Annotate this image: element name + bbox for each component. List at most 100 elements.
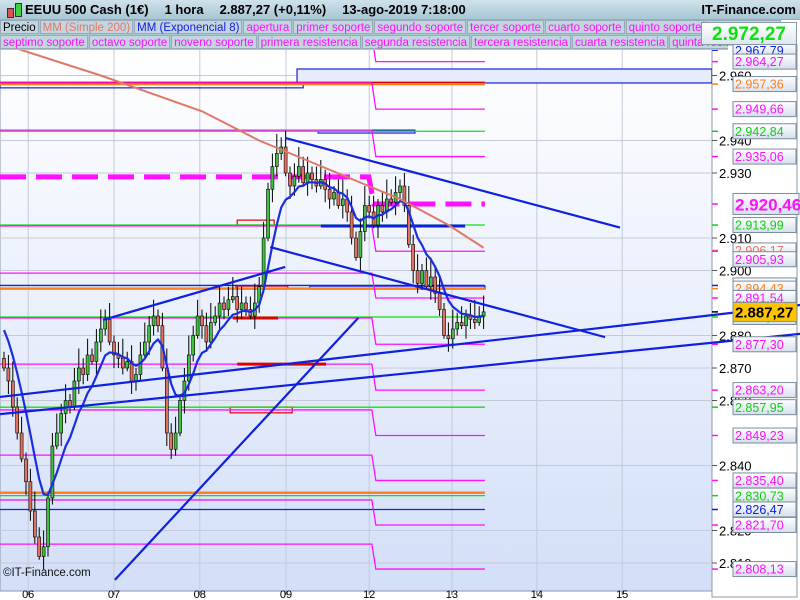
zone-box	[296, 68, 712, 84]
candle-body	[50, 445, 55, 499]
candle-body	[191, 335, 195, 356]
candle-body	[134, 374, 138, 382]
legend-item[interactable]: tercer soporte	[467, 20, 545, 34]
candle-body	[169, 432, 173, 450]
candle-body	[296, 166, 301, 177]
site-name[interactable]: IT-Finance.com	[701, 2, 796, 17]
candle-body	[143, 341, 147, 356]
price-label: 2.826,47	[735, 503, 784, 517]
legend-item[interactable]: cuarta resistencia	[571, 35, 669, 49]
candle-body	[310, 172, 314, 180]
price-label: 2.913,99	[735, 219, 784, 233]
legend-row-1: Precio MM (Simple 200) MM (Exponencial 8) a…	[0, 20, 781, 35]
candle-body	[459, 322, 464, 327]
candle-body	[349, 211, 354, 239]
candle-body	[204, 325, 209, 343]
candle-body	[107, 318, 112, 343]
legend-item[interactable]: noveno soporte	[171, 35, 257, 49]
price-label: 2.920,46	[735, 195, 800, 214]
candle-body	[37, 536, 42, 557]
candle-body	[424, 270, 429, 288]
candle-body	[200, 315, 204, 327]
legend-row-2: septimo soporte octavo soporte noveno sopo…	[0, 35, 728, 50]
candle-body	[54, 432, 59, 447]
legend-item[interactable]: quinto soporte	[625, 20, 705, 34]
symbol-name: EEUU 500 Cash (1€)	[25, 2, 149, 17]
candle-body	[411, 244, 416, 271]
legend-item[interactable]: primera resistencia	[257, 35, 361, 49]
legend-item[interactable]: tercera resistencia	[471, 35, 571, 49]
candle-body	[85, 354, 90, 375]
candle-body	[32, 510, 37, 538]
candle-body	[442, 309, 446, 336]
price-label: 2.877,30	[735, 338, 784, 352]
x-tick-label: 12	[363, 589, 375, 600]
candle-body	[195, 315, 200, 336]
y-tick-label: 2.930	[719, 166, 752, 181]
x-tick-label: 07	[108, 589, 120, 600]
legend-item[interactable]: cuarto soporte	[545, 20, 625, 34]
price-chart[interactable]: 2.9602.9402.9302.9102.9002.8802.8702.860…	[0, 0, 800, 600]
candle-body	[380, 205, 385, 213]
candle-body	[94, 341, 99, 362]
candle-body	[301, 166, 306, 184]
candle-body	[327, 188, 332, 200]
legend-item[interactable]: octavo soporte	[88, 35, 171, 49]
candle-body	[77, 367, 81, 382]
candle-body	[266, 188, 270, 239]
x-tick-label: 08	[194, 589, 206, 600]
candle-body	[103, 318, 107, 330]
copyright-watermark: ©IT-Finance.com	[3, 567, 91, 579]
candle-body	[332, 192, 336, 200]
timeframe[interactable]: 1 hora	[165, 2, 204, 17]
price-label: 2.863,20	[735, 384, 784, 398]
candle-body	[464, 315, 468, 327]
price-label: 2.830,73	[735, 489, 784, 503]
x-tick-label: 06	[22, 589, 34, 600]
candle-body	[178, 400, 182, 434]
legend-item[interactable]: segunda resistencia	[361, 35, 471, 49]
candle-body	[90, 354, 94, 362]
legend-item[interactable]: septimo soporte	[0, 35, 88, 49]
x-tick-label: 13	[446, 589, 458, 600]
candle-body	[472, 318, 477, 323]
candle-body	[6, 367, 11, 382]
candle-body	[28, 481, 33, 512]
candle-body	[235, 296, 239, 310]
candle-body	[99, 328, 103, 343]
candle-body	[450, 328, 455, 340]
candle-body	[11, 380, 15, 408]
y-tick-label: 2.870	[719, 361, 752, 376]
candle-body	[288, 172, 292, 187]
candle-body	[358, 231, 363, 258]
candle-body	[340, 198, 345, 206]
candle-body	[19, 432, 24, 460]
candle-body	[226, 299, 231, 310]
candle-body	[125, 361, 129, 369]
x-tick-label: 09	[280, 589, 292, 600]
candle-body	[274, 153, 279, 167]
legend-item[interactable]: apertura	[243, 20, 293, 34]
candle-body	[336, 192, 341, 206]
price-label: 2.887,27	[735, 304, 793, 321]
price-label: 2.835,40	[735, 474, 784, 488]
candle-body	[244, 302, 248, 310]
legend-item[interactable]: MM (Exponencial 8)	[134, 20, 243, 34]
legend-item[interactable]: Precio	[0, 20, 39, 34]
candle-body	[222, 302, 226, 310]
candle-body	[187, 354, 191, 382]
candle-body	[156, 315, 160, 327]
legend-item[interactable]: primer soporte	[293, 20, 374, 34]
price-label: 2.964,27	[735, 55, 784, 69]
last-price: 2.887,27 (+0,11%)	[219, 2, 327, 17]
datetime: 13-ago-2019 7:18:00	[342, 2, 466, 17]
top-price-label: 2.972,27	[701, 22, 797, 45]
legend-item[interactable]: segundo soporte	[374, 20, 467, 34]
candle-body	[437, 292, 442, 310]
candle-body	[41, 546, 46, 557]
price-label: 2.808,13	[735, 563, 784, 577]
candle-body	[121, 357, 125, 369]
candle-body	[81, 367, 85, 375]
legend-item[interactable]: MM (Simple 200)	[39, 20, 134, 34]
candle-body	[15, 406, 19, 434]
